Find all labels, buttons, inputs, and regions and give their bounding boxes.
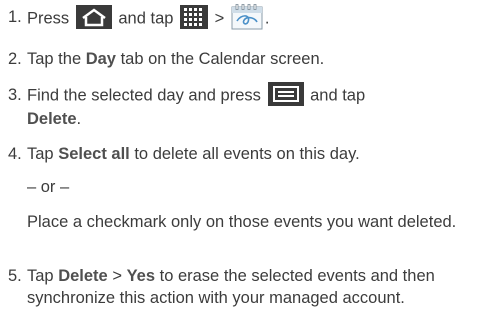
step-number: 4. [8,145,22,163]
step-text: . [76,110,82,128]
step-number: 5. [8,267,22,285]
step-text: . [264,9,270,28]
alternative-step-text: Place a checkmark only on those events y… [27,213,457,231]
step-text: > [112,267,122,285]
instruction-list: 1. Press and tap > . 2. Tap the Day tab … [0,0,485,333]
step-text: Tap [27,145,54,163]
step-text: tab on the Calendar screen. [120,50,325,68]
step-number: 1. [8,8,22,26]
step-text: Tap the [27,50,82,68]
apps-grid-icon [180,5,209,29]
step-text: and tap [118,9,174,28]
delete-label: Delete [27,110,77,128]
step-text: Find the selected day and press [27,86,261,105]
yes-label: Yes [126,267,156,285]
step-5: 5. Tap Delete > Yes to erase the selecte… [0,265,485,331]
step-text: > [214,9,225,28]
step-number: 2. [8,50,22,68]
step-text: Press [27,9,70,28]
select-all-label: Select all [58,145,130,163]
step-text: Tap [27,267,54,285]
step-2: 2. Tap the Day tab on the Calendar scree… [0,48,485,70]
step-1: 1. Press and tap > . [0,3,485,30]
step-text: to delete all events on this day. [134,145,360,163]
step-3: 3. Find the selected day and press and t… [0,82,485,128]
or-separator: – or – [27,178,70,196]
menu-key-icon [267,82,304,106]
delete-label: Delete [58,267,108,285]
home-key-icon [75,5,112,29]
step-4: 4. Tap Select all to delete all events o… [0,143,485,165]
step-text: and tap [310,86,366,105]
calendar-app-icon [231,4,263,30]
day-tab-label: Day [85,50,116,68]
step-number: 3. [8,86,22,104]
